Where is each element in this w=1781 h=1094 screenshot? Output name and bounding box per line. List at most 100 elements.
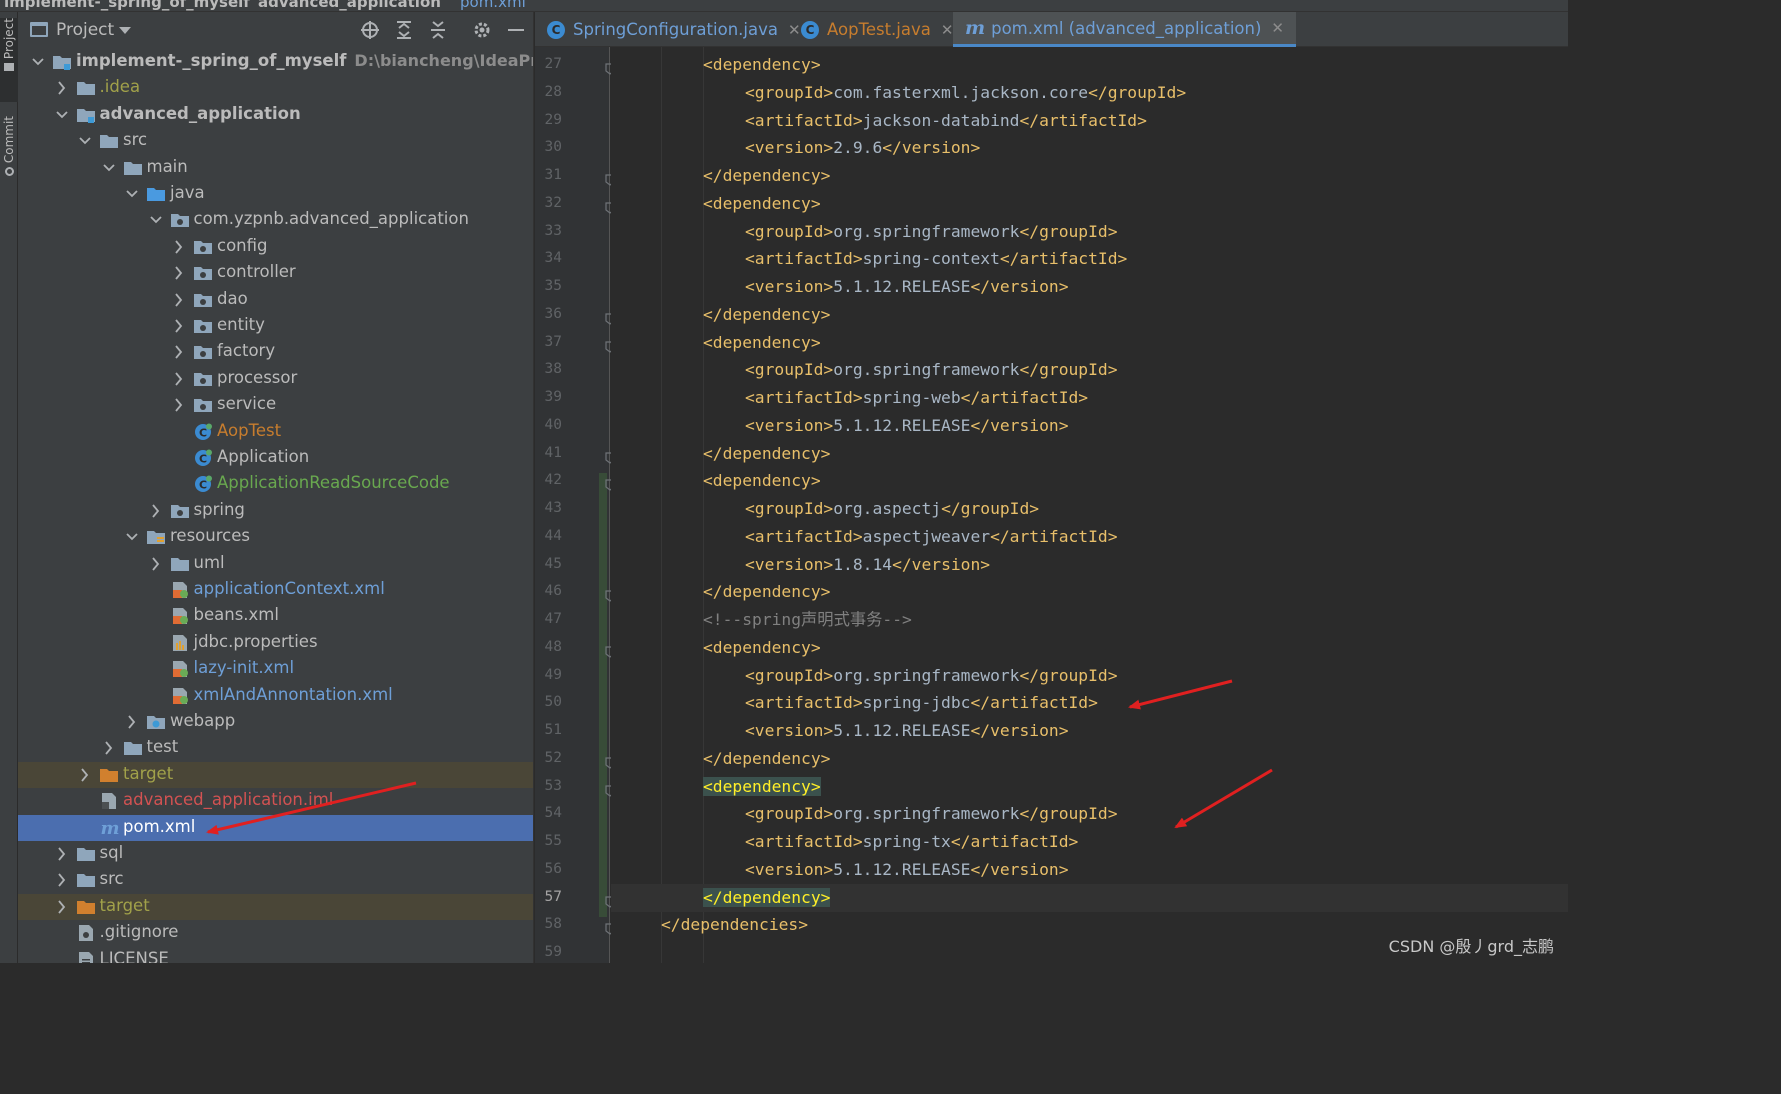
expand-all-icon[interactable] <box>394 20 414 40</box>
tree-item[interactable]: applicationContext.xml <box>18 577 533 603</box>
chevron-down-icon[interactable] <box>102 155 116 181</box>
code-line[interactable]: <groupId>org.springframework</groupId> <box>611 218 1568 246</box>
chevron-down-icon[interactable] <box>119 27 131 34</box>
tree-item[interactable]: lazy-init.xml <box>18 656 533 682</box>
chevron-right-icon[interactable] <box>55 894 69 920</box>
editor-gutter[interactable]: 27 28 29 30 31 32 33 34 35 36 37 38 39 40 41 42 43 44 45 46… <box>535 47 641 963</box>
chevron-down-icon[interactable] <box>125 181 139 207</box>
code-line[interactable]: <!--spring声明式事务--> <box>611 606 1568 634</box>
chevron-down-icon[interactable] <box>55 102 69 128</box>
chevron-down-icon[interactable] <box>149 207 163 233</box>
tree-item[interactable]: webapp <box>18 709 533 735</box>
tree-item[interactable]: spring <box>18 498 533 524</box>
tab-pom-xml[interactable]: m pom.xml (advanced_application) ✕ <box>953 12 1296 47</box>
tree-item[interactable]: .idea <box>18 75 533 101</box>
code-line[interactable]: <groupId>com.fasterxml.jackson.core</gro… <box>611 79 1568 107</box>
tree-item[interactable]: factory <box>18 339 533 365</box>
code-line[interactable]: <version>5.1.12.RELEASE</version> <box>611 856 1568 884</box>
tree-item[interactable]: controller <box>18 260 533 286</box>
code-line[interactable]: <artifactId>spring-web</artifactId> <box>611 384 1568 412</box>
tree-item[interactable]: LICENSE <box>18 947 533 963</box>
code-line[interactable]: </dependency> <box>611 578 1568 606</box>
tree-item[interactable]: service <box>18 392 533 418</box>
code-line[interactable]: <version>1.8.14</version> <box>611 551 1568 579</box>
code-line[interactable]: <dependency> <box>611 329 1568 357</box>
code-line[interactable]: </dependency> <box>611 745 1568 773</box>
code-line[interactable]: <version>5.1.12.RELEASE</version> <box>611 717 1568 745</box>
chevron-right-icon[interactable] <box>172 339 186 365</box>
tree-item[interactable]: sql <box>18 841 533 867</box>
tree-item[interactable]: beans.xml <box>18 603 533 629</box>
code-line[interactable]: <artifactId>spring-context</artifactId> <box>611 245 1568 273</box>
chevron-right-icon[interactable] <box>55 75 69 101</box>
code-line[interactable]: <dependency> <box>611 51 1568 79</box>
tree-item[interactable]: advanced_application <box>18 102 533 128</box>
tree-item[interactable]: C ApplicationReadSourceCode <box>18 471 533 497</box>
collapse-all-icon[interactable] <box>428 20 448 40</box>
close-icon[interactable]: ✕ <box>1271 19 1284 37</box>
breadcrumb-project[interactable]: implement-_spring_of_myself <box>4 0 250 11</box>
code-line[interactable]: <dependency> <box>611 773 1568 801</box>
tree-item[interactable]: uml <box>18 551 533 577</box>
code-line[interactable]: <artifactId>jackson-databind</artifactId… <box>611 107 1568 135</box>
code-line[interactable]: <dependency> <box>611 467 1568 495</box>
chevron-right-icon[interactable] <box>149 551 163 577</box>
tree-item[interactable]: dao <box>18 287 533 313</box>
chevron-right-icon[interactable] <box>149 498 163 524</box>
code-line[interactable]: <version>5.1.12.RELEASE</version> <box>611 273 1568 301</box>
chevron-right-icon[interactable] <box>55 841 69 867</box>
code-line[interactable]: </dependency> <box>611 301 1568 329</box>
code-line[interactable]: <dependency> <box>611 190 1568 218</box>
chevron-right-icon[interactable] <box>172 234 186 260</box>
tree-item[interactable]: config <box>18 234 533 260</box>
minimize-icon[interactable] <box>506 20 526 40</box>
tree-item[interactable]: advanced_application.iml <box>18 788 533 814</box>
tree-item[interactable]: implement-_spring_of_myself D:\biancheng\… <box>18 49 533 75</box>
tree-item[interactable]: target <box>18 893 533 920</box>
project-view-selector[interactable]: Project <box>56 20 114 40</box>
chevron-right-icon[interactable] <box>125 709 139 735</box>
tree-item[interactable]: resources <box>18 524 533 550</box>
chevron-down-icon[interactable] <box>31 49 45 75</box>
chevron-right-icon[interactable] <box>172 260 186 286</box>
code-line[interactable]: <groupId>org.springframework</groupId> <box>611 356 1568 384</box>
tree-item[interactable]: src <box>18 867 533 893</box>
locate-file-icon[interactable] <box>360 20 380 40</box>
code-line[interactable]: <groupId>org.springframework</groupId> <box>611 662 1568 690</box>
tree-item[interactable]: processor <box>18 366 533 392</box>
tree-item[interactable]: target <box>18 761 533 788</box>
code-line[interactable]: <version>5.1.12.RELEASE</version> <box>611 412 1568 440</box>
code-line[interactable]: </dependency> <box>611 440 1568 468</box>
tree-item[interactable]: C AopTest <box>18 419 533 445</box>
code-editor[interactable]: <dependency> <groupId>com.fasterxml.jacks… <box>611 47 1568 963</box>
code-line[interactable]: <groupId>org.springframework</groupId> <box>611 800 1568 828</box>
code-line[interactable]: <groupId>org.aspectj</groupId> <box>611 495 1568 523</box>
tree-item[interactable]: .gitignore <box>18 920 533 946</box>
close-icon[interactable]: ✕ <box>788 21 801 39</box>
breadcrumb-module[interactable]: advanced_application <box>258 0 441 11</box>
close-icon[interactable]: ✕ <box>941 21 954 39</box>
code-line[interactable]: <version>2.9.6</version> <box>611 134 1568 162</box>
tree-item[interactable]: entity <box>18 313 533 339</box>
tab-spring-configuration[interactable]: C SpringConfiguration.java ✕ <box>547 12 801 47</box>
tree-item[interactable]: java <box>18 181 533 207</box>
chevron-right-icon[interactable] <box>102 735 116 761</box>
code-line[interactable]: <artifactId>spring-jdbc</artifactId> <box>611 689 1568 717</box>
tree-item[interactable]: C Application <box>18 445 533 471</box>
tree-item[interactable]: main <box>18 155 533 181</box>
chevron-right-icon[interactable] <box>172 313 186 339</box>
vcs-change-marker[interactable] <box>599 473 607 779</box>
code-line[interactable]: <dependency> <box>611 634 1568 662</box>
chevron-right-icon[interactable] <box>172 287 186 313</box>
code-line[interactable]: </dependency> <box>611 162 1568 190</box>
tree-item[interactable]: jdbc.properties <box>18 630 533 656</box>
chevron-down-icon[interactable] <box>125 524 139 550</box>
code-line[interactable]: <artifactId>spring-tx</artifactId> <box>611 828 1568 856</box>
tree-item[interactable]: com.yzpnb.advanced_application <box>18 207 533 233</box>
tree-item[interactable]: m pom.xml <box>18 814 533 841</box>
tree-item[interactable]: xmlAndAnnontation.xml <box>18 683 533 709</box>
gear-icon[interactable] <box>472 20 492 40</box>
tab-aop-test[interactable]: C AopTest.java ✕ <box>801 12 953 47</box>
chevron-right-icon[interactable] <box>172 366 186 392</box>
code-line[interactable]: </dependency> <box>611 883 1568 912</box>
